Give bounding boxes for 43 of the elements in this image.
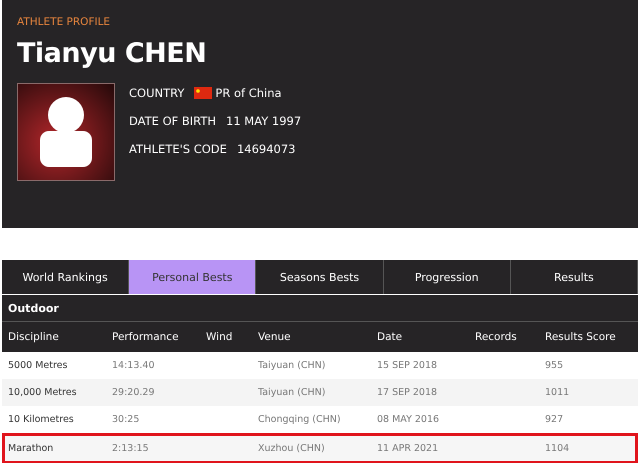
column-header: Discipline — [8, 331, 60, 343]
table-cell: 15 SEP 2018 — [377, 360, 438, 371]
section-label: ATHLETE PROFILE — [17, 16, 112, 28]
tab[interactable]: Personal Bests — [129, 260, 256, 294]
table-cell: 10,000 Metres — [8, 387, 77, 398]
table-cell: Taiyuan (CHN) — [258, 387, 326, 398]
field-value: 14694073 — [236, 142, 296, 156]
table-cell: 10 Kilometres — [8, 414, 74, 425]
table-cell: 30:25 — [112, 414, 140, 425]
column-header: Wind — [206, 331, 234, 343]
column-header: Venue — [258, 331, 292, 343]
table-cell: Chongqing (CHN) — [258, 414, 341, 425]
field-value: 11 MAY 1997 — [226, 114, 302, 128]
section-heading: Outdoor — [2, 295, 638, 321]
field-value: PR of China — [215, 86, 282, 100]
table-cell: 1104 — [545, 443, 570, 454]
table-cell: 1011 — [545, 387, 570, 398]
tab[interactable]: Progression — [384, 260, 511, 294]
tab[interactable]: Seasons Bests — [256, 260, 384, 294]
tab[interactable]: World Rankings — [2, 260, 130, 294]
table-cell: 2:13:15 — [112, 443, 149, 454]
table-cell: 5000 Metres — [8, 360, 68, 371]
table-cell: Taiyuan (CHN) — [258, 360, 326, 371]
field-label: ATHLETE'S CODE — [129, 142, 227, 156]
table-cell: Xuzhou (CHN) — [258, 443, 325, 454]
athlete-name: Tianyu CHEN — [17, 38, 208, 69]
column-header: Date — [377, 331, 404, 343]
column-header: Records — [475, 331, 518, 343]
avatar-icon — [17, 83, 115, 181]
table-cell: 955 — [545, 360, 564, 371]
column-header: Performance — [112, 331, 180, 343]
field-label: DATE OF BIRTH — [129, 114, 216, 128]
table-cell: 08 MAY 2016 — [377, 414, 440, 425]
table-cell: 927 — [545, 414, 564, 425]
column-header: Results Score — [545, 331, 617, 343]
table-cell: 14:13.40 — [112, 360, 154, 371]
table-cell: 11 APR 2021 — [377, 443, 438, 454]
table-cell: 29:20.29 — [112, 387, 154, 398]
field-label: COUNTRY — [129, 86, 184, 100]
flag-icon — [194, 87, 212, 99]
table-cell: Marathon — [8, 443, 54, 454]
table-cell: 17 SEP 2018 — [377, 387, 438, 398]
tab[interactable]: Results — [510, 260, 638, 294]
